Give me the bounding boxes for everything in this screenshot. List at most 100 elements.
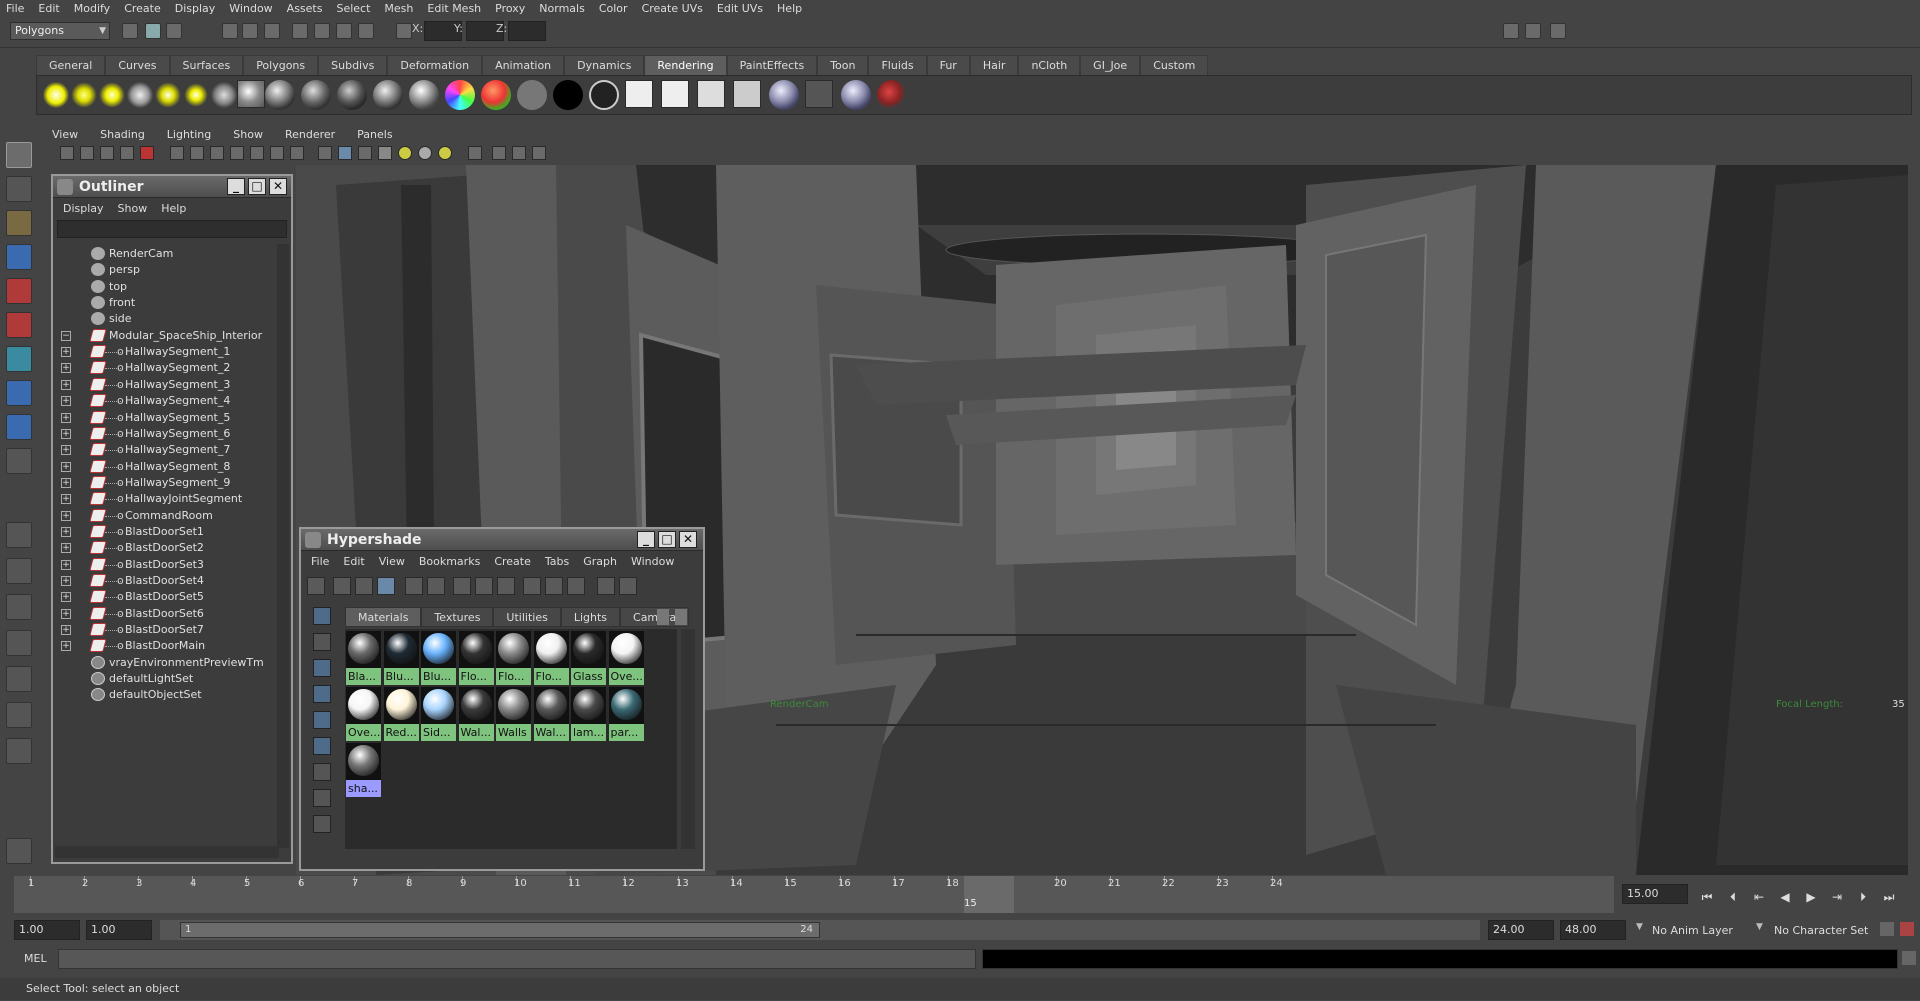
light-linking-icon[interactable]: [209, 80, 239, 110]
shelf-tab-fur[interactable]: Fur: [926, 55, 970, 75]
menu-create-uvs[interactable]: Create UVs: [642, 2, 703, 15]
menu-help[interactable]: Help: [777, 2, 802, 15]
safe-action-icon[interactable]: [270, 146, 284, 160]
material-swatch[interactable]: Walls: [496, 687, 531, 741]
show-manipulator-icon[interactable]: [6, 414, 32, 440]
hypershade-menu-window[interactable]: Window: [631, 555, 674, 568]
use-all-lights-icon[interactable]: [398, 146, 412, 160]
ramp-shader-icon[interactable]: [445, 80, 475, 110]
persp-outliner-layout-icon[interactable]: [6, 594, 32, 620]
use-background-icon[interactable]: [517, 80, 547, 110]
shelf-tab-surfaces[interactable]: Surfaces: [169, 55, 244, 75]
outliner-item[interactable]: defaultObjectSet: [55, 685, 281, 705]
panel-menu-show[interactable]: Show: [233, 128, 263, 141]
step-forward-frame-icon[interactable]: ⏵: [1854, 890, 1872, 906]
wireframe-on-shaded-icon[interactable]: [358, 146, 372, 160]
menu-edit-mesh[interactable]: Edit Mesh: [427, 2, 481, 15]
expand-icon[interactable]: +: [61, 510, 71, 521]
maximize-button[interactable]: □: [248, 178, 266, 195]
material-swatch[interactable]: Flo...: [458, 631, 494, 685]
outliner-vertical-scrollbar[interactable]: [277, 244, 289, 848]
swatch-scrollbar[interactable]: [681, 629, 695, 849]
tab-textures[interactable]: Textures: [421, 607, 494, 627]
list-view-icon[interactable]: [313, 633, 331, 651]
outliner-horizontal-scrollbar[interactable]: [55, 846, 279, 858]
film-gate-icon[interactable]: [190, 146, 204, 160]
hypershade-menu-tabs[interactable]: Tabs: [545, 555, 569, 568]
tab-materials[interactable]: Materials: [345, 607, 422, 627]
layout-more-icon[interactable]: [6, 738, 32, 764]
wireframe-icon[interactable]: [318, 146, 332, 160]
render-layer-icon[interactable]: [841, 80, 871, 110]
snap-point-icon[interactable]: [264, 23, 280, 39]
expand-icon[interactable]: +: [61, 461, 71, 472]
material-swatch[interactable]: Bla...: [346, 631, 381, 685]
outliner-menu-help[interactable]: Help: [161, 202, 186, 215]
graph-materials-icon[interactable]: [453, 577, 471, 595]
render-icon[interactable]: [314, 23, 330, 39]
sort-by-type-icon[interactable]: [313, 789, 331, 807]
hypershade-menu-edit[interactable]: Edit: [343, 555, 364, 568]
four-view-layout-icon[interactable]: [6, 558, 32, 584]
menu-modify[interactable]: Modify: [74, 2, 110, 15]
show-top-tabs-icon[interactable]: [333, 577, 351, 595]
shelf-tab-curves[interactable]: Curves: [105, 55, 170, 75]
material-swatch[interactable]: Wal...: [458, 687, 494, 741]
soft-modification-icon[interactable]: [6, 380, 32, 406]
isolate-select-icon[interactable]: [468, 146, 482, 160]
gate-mask-icon[interactable]: [230, 146, 244, 160]
shelf-tab-polygons[interactable]: Polygons: [243, 55, 319, 75]
black-shader-icon[interactable]: [553, 80, 583, 110]
phong-icon[interactable]: [301, 80, 331, 110]
input-output-icon[interactable]: [523, 577, 541, 595]
minimize-button[interactable]: _: [227, 178, 245, 195]
panel-menu-view[interactable]: View: [52, 128, 78, 141]
material-swatch[interactable]: Sid...: [421, 687, 456, 741]
shelf-tab-deformation[interactable]: Deformation: [387, 55, 483, 75]
hypershade-menu-view[interactable]: View: [379, 555, 405, 568]
character-set-menu[interactable]: No Character Set: [1774, 924, 1868, 937]
material-swatch[interactable]: sha...: [346, 743, 381, 797]
shelf-tab-subdivs[interactable]: Subdivs: [318, 55, 388, 75]
command-language-label[interactable]: MEL: [24, 952, 47, 965]
shelf-tab-rendering[interactable]: Rendering: [644, 55, 727, 75]
select-component-icon[interactable]: [166, 23, 182, 39]
safe-title-icon[interactable]: [290, 146, 304, 160]
mode-selector[interactable]: Polygons ▼: [10, 22, 110, 40]
lasso-tool-icon[interactable]: [6, 176, 32, 202]
close-button[interactable]: ✕: [269, 178, 287, 195]
menu-mesh[interactable]: Mesh: [384, 2, 413, 15]
resolution-gate-icon[interactable]: [210, 146, 224, 160]
output-icon[interactable]: [545, 577, 563, 595]
animation-preferences-icon[interactable]: [1900, 922, 1914, 936]
panel-menu-lighting[interactable]: Lighting: [167, 128, 211, 141]
auto-key-icon[interactable]: [1880, 922, 1894, 936]
select-object-icon[interactable]: [145, 23, 161, 39]
material-swatch[interactable]: Flo...: [533, 631, 569, 685]
current-time-field[interactable]: 15.00: [1622, 884, 1688, 904]
shelf-tab-general[interactable]: General: [36, 55, 106, 75]
range-slider-handle[interactable]: 1 24: [180, 922, 820, 938]
material-swatch[interactable]: Blu...: [383, 631, 419, 685]
menu-window[interactable]: Window: [229, 2, 272, 15]
tab-scroll-right-icon[interactable]: [675, 609, 687, 625]
last-tool-icon[interactable]: [6, 448, 32, 474]
textured-icon[interactable]: [378, 146, 392, 160]
shelf-tab-toon[interactable]: Toon: [817, 55, 869, 75]
large-icon-view-icon[interactable]: [313, 711, 331, 729]
xray-icon[interactable]: [492, 146, 506, 160]
minimize-button[interactable]: _: [637, 531, 655, 548]
expand-icon[interactable]: +: [61, 428, 71, 439]
expand-icon[interactable]: +: [61, 412, 71, 423]
select-camera-icon[interactable]: [60, 146, 74, 160]
directional-light-icon[interactable]: [69, 80, 99, 110]
input-icon[interactable]: [567, 577, 585, 595]
tool-settings-icon[interactable]: [1525, 23, 1541, 39]
attribute-editor-icon[interactable]: [1503, 23, 1519, 39]
volume-light-icon[interactable]: [181, 80, 211, 110]
sort-by-name-icon[interactable]: [313, 763, 331, 781]
persp-graph-layout-icon[interactable]: [6, 630, 32, 656]
panel-menu-panels[interactable]: Panels: [357, 128, 392, 141]
show-top-bottom-tabs-icon[interactable]: [377, 577, 395, 595]
script-editor-icon[interactable]: [1902, 951, 1916, 965]
